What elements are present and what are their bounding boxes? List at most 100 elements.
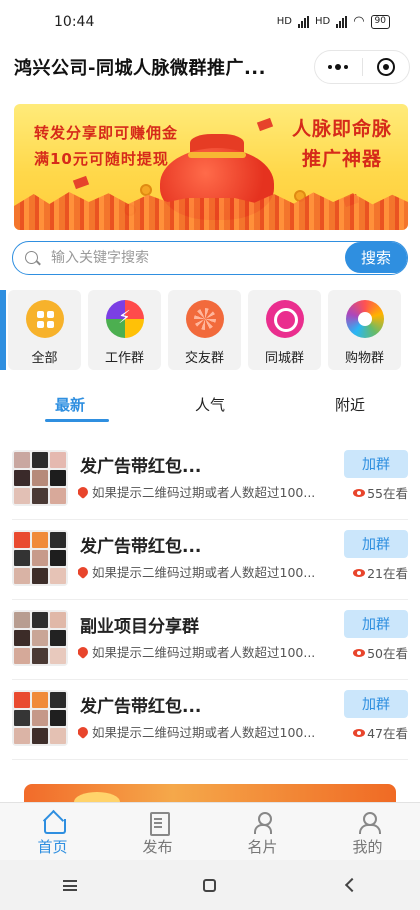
tab-latest[interactable]: 最新 <box>0 384 140 424</box>
group-desc: 如果提示二维码过期或者人数超过100... <box>78 482 332 501</box>
group-desc: 如果提示二维码过期或者人数超过100... <box>78 642 332 661</box>
publish-icon <box>146 811 170 836</box>
tabbar-label: 名片 <box>247 838 278 856</box>
tab-popular[interactable]: 人气 <box>140 384 280 424</box>
group-desc: 如果提示二维码过期或者人数超过100... <box>78 722 332 741</box>
category-work[interactable]: 工作群 <box>88 290 161 370</box>
title-bar: 鸿兴公司-同城人脉微群推广... <box>0 44 420 90</box>
viewer-count: 21在看 <box>353 563 408 582</box>
banner-slogan-1: 人脉即命脉 <box>291 118 392 140</box>
home-square-icon[interactable] <box>203 878 217 892</box>
banner-right-text: 人脉即命脉 推广神器 <box>292 114 392 174</box>
list-item[interactable]: 发广告带红包... 如果提示二维码过期或者人数超过100... 加群 21在看 <box>12 520 408 600</box>
tabbar-label: 我的 <box>352 838 383 856</box>
group-name: 副业项目分享群 <box>80 617 199 637</box>
work-icon <box>105 300 144 338</box>
more-dots-icon <box>328 64 349 70</box>
group-desc-text: 如果提示二维码过期或者人数超过100... <box>92 725 316 740</box>
category-label: 全部 <box>31 351 58 366</box>
city-icon <box>265 300 304 338</box>
eye-icon <box>353 568 366 577</box>
join-button[interactable]: 加群 <box>344 690 408 718</box>
friend-icon <box>185 300 224 338</box>
category-all[interactable]: 全部 <box>8 290 81 370</box>
target-icon <box>376 58 395 76</box>
category-list: 全部 工作群 交友群 同城群 购物群 <box>8 290 420 370</box>
coin-icon <box>140 184 152 196</box>
status-icons: HD HD ◠ 90 <box>277 14 390 29</box>
shop-icon <box>345 300 384 338</box>
list-item[interactable]: 发广告带红包... 如果提示二维码过期或者人数超过100... 加群 47在看 <box>12 680 408 760</box>
search-icon <box>25 251 38 264</box>
search-bar: 搜索 <box>12 241 408 275</box>
group-name: 发广告带红包... <box>80 457 202 477</box>
category-friend[interactable]: 交友群 <box>168 290 241 370</box>
close-miniprogram-button[interactable] <box>362 50 409 84</box>
join-button[interactable]: 加群 <box>344 450 408 478</box>
tag-icon <box>78 724 91 739</box>
group-desc-text: 如果提示二维码过期或者人数超过100... <box>92 565 316 580</box>
category-indicator <box>0 290 6 370</box>
eye-icon <box>353 648 366 657</box>
join-button[interactable]: 加群 <box>344 530 408 558</box>
group-thumbnail <box>12 450 68 506</box>
tabbar-home[interactable]: 首页 <box>0 803 105 860</box>
group-desc-text: 如果提示二维码过期或者人数超过100... <box>92 485 316 500</box>
group-name: 发广告带红包... <box>80 697 202 717</box>
tabbar-label: 发布 <box>142 838 173 856</box>
group-desc: 如果提示二维码过期或者人数超过100... <box>78 562 332 581</box>
viewer-count: 50在看 <box>353 643 408 662</box>
bottom-tab-bar: 首页 发布 名片 我的 <box>0 802 420 860</box>
viewer-count: 47在看 <box>353 723 408 742</box>
category-shop[interactable]: 购物群 <box>328 290 401 370</box>
group-thumbnail <box>12 610 68 666</box>
tag-icon <box>78 564 91 579</box>
viewer-count-text: 50在看 <box>367 646 408 661</box>
miniprogram-capsule <box>314 50 410 84</box>
search-button[interactable]: 搜索 <box>345 242 407 273</box>
list-item[interactable]: 副业项目分享群 如果提示二维码过期或者人数超过100... 加群 50在看 <box>12 600 408 680</box>
viewer-count-text: 21在看 <box>367 566 408 581</box>
signal-icon-2 <box>336 15 348 28</box>
tag-icon <box>78 644 91 659</box>
tabbar-label: 首页 <box>37 838 68 856</box>
status-bar: 10:44 HD HD ◠ 90 <box>0 0 420 44</box>
search-input[interactable] <box>51 242 341 273</box>
back-icon[interactable] <box>344 877 359 893</box>
category-label: 同城群 <box>264 351 304 366</box>
tab-nearby[interactable]: 附近 <box>280 384 420 424</box>
system-nav-bar <box>0 860 420 910</box>
menu-icon[interactable] <box>63 879 78 891</box>
group-name: 发广告带红包... <box>80 537 202 557</box>
promo-banner[interactable]: 转发分享即可赚佣金 满10元可随时提现 人脉即命脉 推广神器 <box>14 104 408 230</box>
page-title: 鸿兴公司-同城人脉微群推广... <box>14 58 266 79</box>
viewer-count-text: 47在看 <box>367 726 408 741</box>
category-label: 工作群 <box>104 351 144 366</box>
status-time: 10:44 <box>54 14 95 30</box>
tabbar-publish[interactable]: 发布 <box>105 803 210 860</box>
card-icon <box>251 811 275 834</box>
tabbar-mine[interactable]: 我的 <box>315 803 420 860</box>
tabbar-card[interactable]: 名片 <box>210 803 315 860</box>
eye-icon <box>353 488 366 497</box>
more-button[interactable] <box>315 50 362 84</box>
signal-icon <box>297 15 309 28</box>
tag-icon <box>78 484 91 499</box>
profile-icon <box>356 811 381 834</box>
sort-tabs: 最新 人气 附近 <box>0 384 420 424</box>
wifi-icon: ◠ <box>353 14 365 29</box>
category-label: 交友群 <box>184 351 224 366</box>
viewer-count-text: 55在看 <box>367 486 408 501</box>
viewer-count: 55在看 <box>353 483 408 502</box>
category-city[interactable]: 同城群 <box>248 290 321 370</box>
grid-icon <box>25 300 64 338</box>
network-type-1: HD <box>276 16 292 27</box>
list-item[interactable]: 发广告带红包... 如果提示二维码过期或者人数超过100... 加群 55在看 <box>12 440 408 520</box>
group-thumbnail <box>12 690 68 746</box>
join-button[interactable]: 加群 <box>344 610 408 638</box>
category-label: 购物群 <box>344 351 384 366</box>
banknote-icon <box>72 175 90 190</box>
group-desc-text: 如果提示二维码过期或者人数超过100... <box>92 645 316 660</box>
page: 10:44 HD HD ◠ 90 鸿兴公司-同城人脉微群推广... 转发分享即可… <box>0 0 420 910</box>
group-thumbnail <box>12 530 68 586</box>
